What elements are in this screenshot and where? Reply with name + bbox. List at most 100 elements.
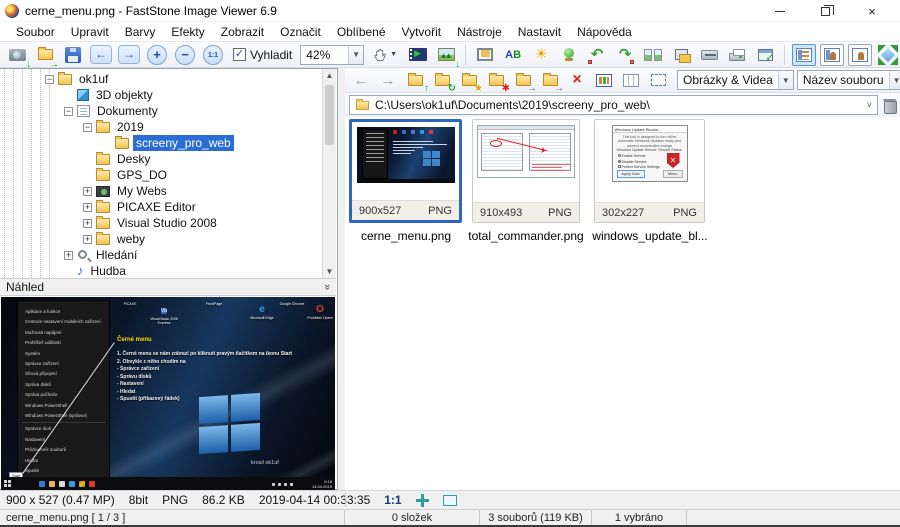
save-icon[interactable] (61, 43, 85, 67)
move-to-folder-icon[interactable]: → (538, 69, 562, 91)
filmstrip-slideshow-icon[interactable] (406, 43, 430, 67)
expander-icon[interactable]: + (83, 203, 92, 212)
zoom-combobox[interactable]: 42% ▼ (300, 45, 364, 65)
pan-mode-icon[interactable] (416, 494, 429, 507)
print-icon[interactable] (725, 43, 749, 67)
layout-browser-button[interactable] (792, 44, 816, 66)
compare-images-icon[interactable] (641, 43, 665, 67)
collapse-preview-icon[interactable]: » (322, 284, 332, 290)
menu-vytvorit[interactable]: Vytvořit (394, 23, 450, 41)
thumbnail-filename[interactable]: total_commander.png (461, 229, 591, 243)
sort-dropdown-icon[interactable]: ▼ (889, 71, 900, 89)
thumbnail-filename[interactable]: windows_update_bl... (585, 229, 715, 243)
screen-capture-icon[interactable] (557, 43, 581, 67)
preview-image[interactable]: PICAXE VbVisual Basic 2008 Express Front… (1, 297, 335, 490)
menu-efekty[interactable]: Efekty (163, 23, 212, 41)
tree-item-picaxe-editor[interactable]: +PICAXE Editor (0, 199, 199, 215)
layout-preview-button[interactable] (820, 44, 844, 66)
thumbnail-total-commander[interactable]: 910x493PNG (472, 119, 580, 223)
zoom-dropdown-icon[interactable]: ▼ (348, 46, 363, 64)
tree-item-2019[interactable]: −2019 (0, 119, 147, 135)
previous-image-icon[interactable]: ← (89, 43, 113, 67)
thumbnail-windows-update-blocker[interactable]: Windows Update Blocka... This tool is de… (594, 119, 705, 223)
restore-button[interactable] (805, 0, 845, 22)
menu-oznacit[interactable]: Označit (272, 23, 329, 41)
tree-item-hledani[interactable]: +Hledání (0, 247, 140, 263)
menu-soubor[interactable]: Soubor (8, 23, 63, 41)
tree-item-screeny-pro-web[interactable]: screeny_pro_web (0, 135, 234, 151)
menu-barvy[interactable]: Barvy (117, 23, 164, 41)
zoom-out-icon[interactable]: − (173, 43, 197, 67)
expander-icon[interactable]: − (83, 123, 92, 132)
filter-combobox[interactable]: Obrázky & Videa ▼ (677, 70, 794, 90)
menu-oblibene[interactable]: Oblíbené (329, 23, 394, 41)
view-details-icon[interactable] (619, 69, 643, 91)
scrollbar-thumb[interactable] (325, 85, 334, 145)
folder-refresh-icon[interactable]: ↻ (430, 69, 454, 91)
rotate-left-icon[interactable]: ↶ (585, 43, 609, 67)
acquire-camera-icon[interactable]: ↓ (5, 43, 29, 67)
thumbnail-filename[interactable]: cerne_menu.png (341, 229, 471, 243)
tree-item-3d-objekty[interactable]: 3D objekty (0, 87, 156, 103)
sort-combobox[interactable]: Název souboru ▼ (797, 70, 900, 90)
tree-scrollbar[interactable]: ▲▼ (322, 69, 336, 278)
tree-item-dokumenty[interactable]: −Dokumenty (0, 103, 161, 119)
tree-item-my-webs[interactable]: +My Webs (0, 183, 170, 199)
tree-item-visual-studio-2008[interactable]: +Visual Studio 2008 (0, 215, 220, 231)
select-mode-icon[interactable] (646, 69, 670, 91)
menu-zobrazit[interactable]: Zobrazit (213, 23, 272, 41)
hand-pan-icon[interactable]: ▼ (368, 43, 402, 67)
left-panel: −ok1uf 3D objekty −Dokumenty −2019 scree… (0, 68, 338, 490)
delete-icon[interactable]: × (565, 69, 589, 91)
browse-tree-icon[interactable]: ↓ (434, 43, 458, 67)
selection-mode-icon[interactable] (443, 495, 457, 506)
address-dropdown-icon[interactable]: ˅ (867, 100, 872, 110)
recycle-bin-icon[interactable] (883, 98, 896, 112)
actual-size-icon[interactable]: 1:1 (201, 43, 225, 67)
thumbnail-area[interactable]: 900x527PNG cerne_menu.png 910x493PNG tot… (345, 117, 900, 490)
folder-new-icon[interactable]: ✱ (484, 69, 508, 91)
folder-favorites-icon[interactable]: ★ (457, 69, 481, 91)
tree-item-desky[interactable]: Desky (0, 151, 153, 167)
expander-icon[interactable]: + (83, 219, 92, 228)
next-image-icon[interactable]: → (117, 43, 141, 67)
copy-move-icon[interactable] (669, 43, 693, 67)
settings-icon[interactable] (753, 43, 777, 67)
tree-item-hudba[interactable]: ♪Hudba (0, 263, 129, 278)
fullscreen-icon[interactable] (876, 43, 900, 67)
address-input[interactable]: C:\Users\ok1uf\Documents\2019\screeny_pr… (349, 95, 878, 115)
rotate-right-icon[interactable]: ↷ (613, 43, 637, 67)
zoom-in-icon[interactable]: + (145, 43, 169, 67)
menu-napoveda[interactable]: Nápověda (569, 23, 640, 41)
back-icon[interactable]: ← (349, 69, 373, 91)
layout-image-button[interactable] (848, 44, 872, 66)
menu-upravit[interactable]: Upravit (63, 23, 117, 41)
tree-item-weby[interactable]: +weby (0, 231, 148, 247)
close-button[interactable]: × (852, 0, 892, 22)
draw-annotate-icon[interactable]: AB (501, 43, 525, 67)
thumbnail-cerne-menu[interactable]: 900x527PNG (349, 119, 462, 223)
smooth-checkbox[interactable]: ✓ (233, 48, 246, 61)
tree-item-ok1uf[interactable]: −ok1uf (0, 71, 111, 87)
crop-icon[interactable] (473, 43, 497, 67)
expander-icon[interactable]: + (64, 251, 73, 260)
expander-icon[interactable]: + (83, 235, 92, 244)
expander-icon[interactable]: − (45, 75, 54, 84)
forward-icon[interactable]: → (376, 69, 400, 91)
folder-icon (96, 154, 110, 165)
expander-icon[interactable]: − (64, 107, 73, 116)
scroll-up-icon[interactable]: ▲ (323, 71, 336, 80)
colors-adjust-icon[interactable]: ☀ (529, 43, 553, 67)
menu-nastavit[interactable]: Nastavit (510, 23, 569, 41)
view-thumbnails-icon[interactable] (592, 69, 616, 91)
copy-to-folder-icon[interactable]: → (511, 69, 535, 91)
scan-icon[interactable] (697, 43, 721, 67)
expander-icon[interactable]: + (83, 187, 92, 196)
tree-item-gps-do[interactable]: GPS_DO (0, 167, 170, 183)
scroll-down-icon[interactable]: ▼ (323, 267, 336, 276)
menu-nastroje[interactable]: Nástroje (449, 23, 510, 41)
filter-dropdown-icon[interactable]: ▼ (778, 71, 793, 89)
folder-up-icon[interactable]: ↑ (403, 69, 427, 91)
minimize-button[interactable] (760, 0, 800, 22)
open-folder-icon[interactable]: → (33, 43, 57, 67)
